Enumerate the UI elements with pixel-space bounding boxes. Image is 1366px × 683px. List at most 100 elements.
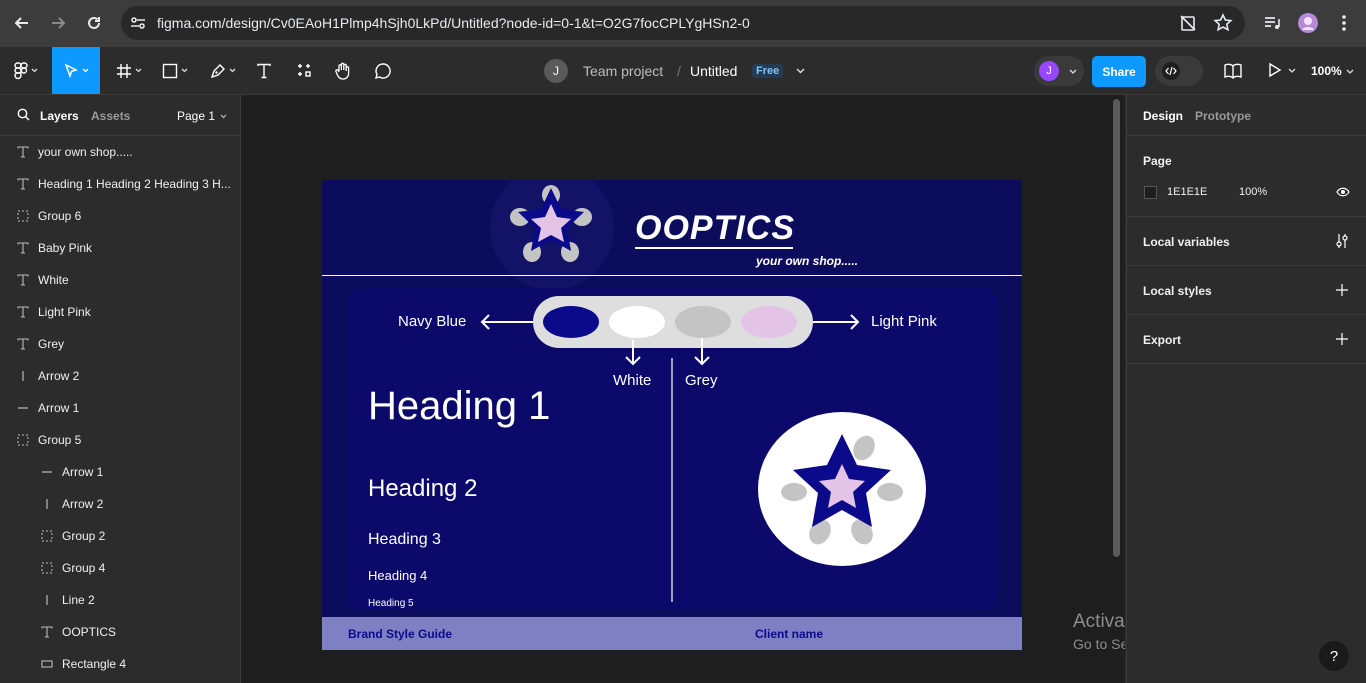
add-style-icon[interactable] (1336, 284, 1348, 296)
layer-name: Light Pink (38, 305, 91, 319)
layer-row[interactable]: Light Pink (0, 296, 240, 328)
layer-row[interactable]: Arrow 2 (0, 360, 240, 392)
frame-icon (117, 63, 131, 78)
file-name[interactable]: Untitled (690, 63, 737, 79)
frame-tool-button[interactable] (112, 47, 146, 94)
layer-name: Arrow 1 (62, 465, 104, 479)
layer-row[interactable]: Grey (0, 328, 240, 360)
local-styles-section[interactable]: Local styles (1127, 266, 1366, 315)
site-info-icon[interactable] (129, 14, 147, 32)
label-white: White (613, 372, 652, 389)
library-icon[interactable] (1224, 63, 1242, 79)
help-button[interactable]: ? (1319, 641, 1349, 671)
present-button[interactable] (1268, 62, 1296, 78)
heading-2-sample: Heading 2 (368, 475, 478, 502)
media-icon[interactable] (1260, 11, 1284, 35)
layer-row[interactable]: Baby Pink (0, 232, 240, 264)
layer-name: Group 5 (38, 433, 82, 447)
back-icon[interactable] (10, 11, 34, 35)
menu-icon[interactable] (1332, 11, 1356, 35)
chevron-down-icon (31, 68, 38, 73)
bookmark-star-icon[interactable] (1213, 13, 1233, 33)
layer-row[interactable]: White (0, 264, 240, 296)
page-selector[interactable]: Page 1 (177, 109, 227, 123)
text-icon (14, 338, 32, 350)
user-avatar[interactable]: J (1039, 61, 1059, 81)
resources-icon (298, 63, 311, 77)
page-color-hex[interactable]: 1E1E1E (1167, 186, 1207, 198)
forward-icon[interactable] (46, 11, 70, 35)
tab-layers[interactable]: Layers (40, 109, 79, 123)
reload-icon[interactable] (82, 11, 106, 35)
profile-icon[interactable] (1296, 11, 1320, 35)
search-icon[interactable] (17, 108, 30, 121)
local-variables-section[interactable]: Local variables (1127, 217, 1366, 266)
layer-name: Heading 1 Heading 2 Heading 3 H... (38, 177, 231, 191)
layer-row[interactable]: Rectangle 4 (0, 648, 240, 680)
text-tool-button[interactable] (252, 47, 276, 94)
text-icon (14, 178, 32, 190)
dev-mode-toggle[interactable] (1155, 56, 1203, 86)
tab-assets[interactable]: Assets (91, 109, 130, 123)
label-navy-blue: Navy Blue (398, 313, 467, 330)
page-section: Page 1E1E1E 100% (1127, 136, 1366, 217)
play-icon (1269, 62, 1282, 78)
comment-tool-button[interactable] (372, 47, 394, 94)
add-export-icon[interactable] (1336, 333, 1348, 345)
cursor-icon (64, 62, 78, 78)
zoom-chevron-icon[interactable] (1346, 69, 1354, 74)
heading-5-sample: Heading 5 (368, 598, 414, 609)
plan-badge: Free (752, 64, 784, 78)
layer-row[interactable]: Line 2 (0, 584, 240, 616)
page-color-opacity[interactable]: 100% (1239, 186, 1267, 198)
resources-tool-button[interactable] (294, 47, 316, 94)
move-tool-button[interactable] (52, 47, 100, 94)
text-icon (14, 274, 32, 286)
layer-row[interactable]: Group 5 (0, 424, 240, 456)
design-frame[interactable]: OOPTICS your own shop..... Navy Blue Lig… (322, 180, 1022, 650)
layer-row[interactable]: Group 6 (0, 200, 240, 232)
tab-prototype[interactable]: Prototype (1195, 109, 1251, 123)
page-color-swatch[interactable] (1144, 186, 1157, 199)
layer-row[interactable]: OOPTICS (0, 616, 240, 648)
shape-tool-button[interactable] (158, 47, 192, 94)
no-tracking-icon[interactable] (1179, 14, 1197, 32)
canvas[interactable]: OOPTICS your own shop..... Navy Blue Lig… (241, 95, 1125, 683)
hand-tool-button[interactable] (332, 47, 354, 94)
team-name[interactable]: Team project (583, 63, 663, 79)
pen-tool-button[interactable] (206, 47, 240, 94)
layer-name: Baby Pink (38, 241, 93, 255)
layer-name: Line 2 (62, 593, 95, 607)
file-menu-chevron-icon[interactable] (796, 68, 805, 74)
main-menu-button[interactable] (8, 47, 44, 94)
layer-row[interactable]: Heading 1 Heading 2 Heading 3 H... (0, 168, 240, 200)
layer-name: Rectangle 4 (62, 657, 127, 671)
canvas-scrollbar[interactable] (1113, 99, 1120, 557)
watermark-subtitle: Go to Settings to activate Windows. (1073, 636, 1125, 652)
layer-row[interactable]: Group 4 (0, 552, 240, 584)
layer-name: Arrow 2 (38, 369, 80, 383)
layer-row[interactable]: Arrow 1 (0, 456, 240, 488)
eye-icon[interactable] (1336, 186, 1350, 198)
layer-name: Group 4 (62, 561, 106, 575)
export-section[interactable]: Export (1127, 315, 1366, 364)
layer-row[interactable]: your own shop..... (0, 136, 240, 168)
layers-panel: Layers Assets Page 1 your own shop..... H… (0, 95, 241, 683)
url-text[interactable]: figma.com/design/Cv0EAoH1Plmp4hSjh0LkPd/… (157, 15, 750, 31)
zoom-level[interactable]: 100% (1311, 64, 1342, 78)
layer-row[interactable]: Arrow 2 (0, 488, 240, 520)
tab-design[interactable]: Design (1143, 109, 1183, 123)
local-styles-label: Local styles (1143, 284, 1212, 298)
text-icon (14, 242, 32, 254)
text-icon (38, 626, 56, 638)
address-bar[interactable]: figma.com/design/Cv0EAoH1Plmp4hSjh0LkPd/… (121, 6, 1245, 40)
layer-name: OOPTICS (62, 625, 117, 639)
share-button[interactable]: Share (1092, 56, 1146, 87)
variables-icon[interactable] (1335, 233, 1349, 249)
panel-tabs: Design Prototype (1127, 95, 1366, 136)
layer-row[interactable]: Arrow 1 (0, 392, 240, 424)
multiplayer-menu[interactable]: J (1034, 56, 1084, 86)
layer-row[interactable]: Group 2 (0, 520, 240, 552)
heading-3-sample: Heading 3 (368, 531, 441, 548)
team-avatar[interactable]: J (544, 59, 568, 83)
